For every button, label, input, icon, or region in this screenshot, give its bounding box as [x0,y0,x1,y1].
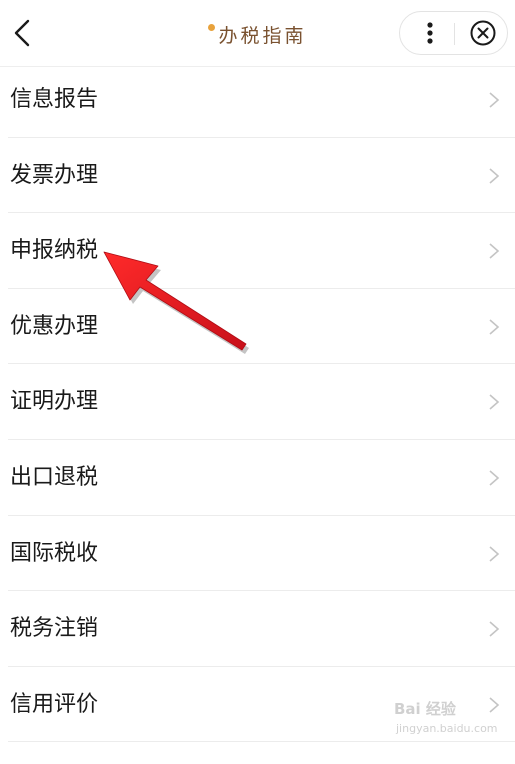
chevron-right-icon [489,243,500,259]
more-vertical-icon [427,22,433,44]
close-button[interactable] [455,12,507,54]
menu-item-label: 证明办理 [10,389,99,415]
menu-item-export-refund[interactable]: 出口退税 [8,440,515,516]
menu-item-preferential[interactable]: 优惠办理 [8,289,515,365]
chevron-left-icon [14,19,30,47]
menu-item-label: 申报纳税 [10,238,99,264]
menu-item-label: 优惠办理 [10,313,99,339]
menu-item-label: 税务注销 [10,616,99,642]
close-circle-icon [470,20,496,46]
title-decoration [208,23,216,31]
menu-item-international-tax[interactable]: 国际税收 [8,516,515,592]
chevron-right-icon [489,545,500,562]
more-button[interactable] [400,12,454,54]
menu-item-label: 出口退税 [10,464,99,490]
menu-item-label: 信用评价 [10,691,99,717]
chevron-right-icon [489,470,500,486]
mini-program-capsule [399,11,508,55]
page-title: 办税指南 [140,18,375,50]
menu-item-credit-rating[interactable]: 信用评价 [8,667,515,743]
menu-item-invoice[interactable]: 发票办理 [8,138,515,214]
chevron-right-icon [489,167,500,184]
guide-menu-list: 信息报告 发票办理 申报纳税 优惠办理 证明办理 出口退税 国际税收 税务注销 … [0,62,515,743]
menu-item-certificate[interactable]: 证明办理 [8,364,515,440]
menu-item-label: 信息报告 [10,87,99,112]
menu-item-label: 发票办理 [10,162,99,188]
menu-item-info-report[interactable]: 信息报告 [8,62,515,138]
chevron-right-icon [489,92,500,108]
back-button[interactable] [6,14,40,52]
chevron-right-icon [489,319,500,335]
page-title-text: 办税指南 [218,24,307,47]
menu-item-tax-cancellation[interactable]: 税务注销 [8,591,515,667]
navigation-bar: 办税指南 [0,0,515,67]
chevron-right-icon [489,621,500,637]
chevron-right-icon [489,697,500,713]
chevron-right-icon [489,394,500,410]
menu-item-label: 国际税收 [10,540,99,566]
menu-item-tax-filing[interactable]: 申报纳税 [8,213,515,289]
